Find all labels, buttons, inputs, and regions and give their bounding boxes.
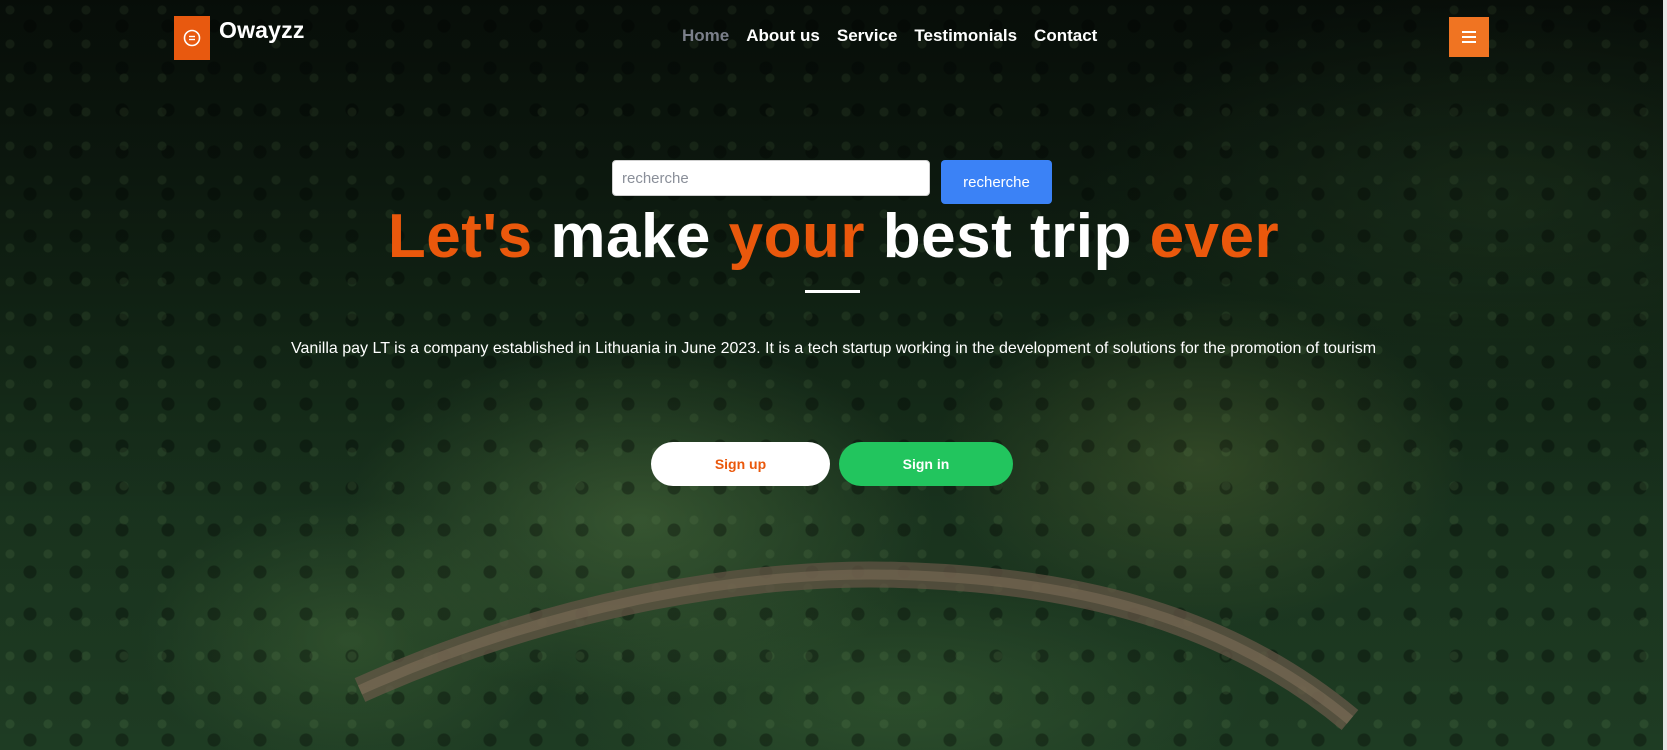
menu-button[interactable] xyxy=(1449,17,1489,57)
nav-contact[interactable]: Contact xyxy=(1034,26,1097,46)
brand-logo-icon xyxy=(174,16,210,60)
page-scrollbar[interactable] xyxy=(1663,0,1667,750)
main-nav: Home About us Service Testimonials Conta… xyxy=(682,26,1114,46)
headline-word: best trip xyxy=(882,202,1132,271)
search-button[interactable]: recherche xyxy=(941,160,1052,204)
brand-name: Owayzz xyxy=(219,17,305,43)
hero-tagline: Vanilla pay LT is a company established … xyxy=(290,340,1377,357)
nav-home[interactable]: Home xyxy=(682,26,729,46)
hero-overlay xyxy=(0,0,1667,750)
brand[interactable]: Owayzz xyxy=(174,16,305,60)
hero-headline: Let's make your best trip ever xyxy=(0,201,1667,272)
sign-in-button[interactable]: Sign in xyxy=(839,442,1013,486)
nav-service[interactable]: Service xyxy=(837,26,898,46)
sign-up-button[interactable]: Sign up xyxy=(651,442,830,486)
search-input[interactable] xyxy=(612,160,930,196)
headline-word: ever xyxy=(1149,202,1280,271)
hamburger-icon xyxy=(1462,31,1476,43)
headline-word: make xyxy=(550,202,711,271)
nav-testimonials[interactable]: Testimonials xyxy=(914,26,1017,46)
headline-divider xyxy=(805,290,860,293)
headline-word: your xyxy=(728,202,865,271)
nav-about-us[interactable]: About us xyxy=(746,26,820,46)
headline-word: Let's xyxy=(387,202,533,271)
